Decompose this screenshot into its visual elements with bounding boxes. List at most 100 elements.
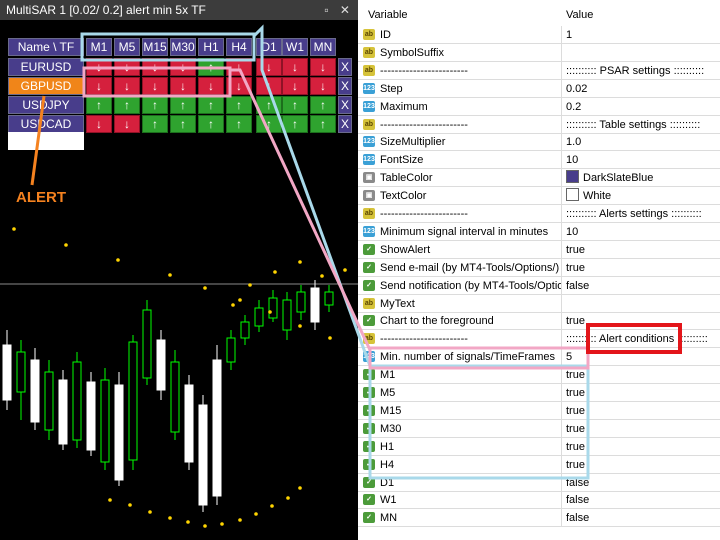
psar-dot	[128, 503, 132, 507]
property-value[interactable]	[566, 295, 716, 313]
property-row[interactable]: ab ID 1	[358, 26, 720, 44]
property-row[interactable]: ab ------------------------:::::::::: Ale…	[358, 330, 720, 349]
property-row[interactable]: ✓ Chart to the foreground true	[358, 312, 720, 331]
symbol-input[interactable]	[8, 132, 84, 150]
psar-dot	[238, 518, 242, 522]
property-row[interactable]: ✓ H1 true	[358, 437, 720, 456]
property-row[interactable]: 123 Step 0.02	[358, 79, 720, 98]
property-row[interactable]: ✓ MN false	[358, 509, 720, 528]
close-gbpusd-button[interactable]: X	[338, 77, 352, 95]
property-row[interactable]: 123 SizeMultiplier 1.0	[358, 133, 720, 152]
property-value[interactable]: true	[566, 366, 716, 384]
property-row[interactable]: ▣ TableColor DarkSlateBlue	[358, 169, 720, 188]
number-icon: 123	[363, 100, 375, 112]
tf-header-m5[interactable]: M5	[114, 38, 140, 56]
property-value[interactable]: false	[566, 509, 716, 527]
psar-dot	[186, 520, 190, 524]
column-divider	[561, 419, 562, 438]
psar-dot	[328, 336, 332, 340]
property-value[interactable]: true	[566, 384, 716, 402]
property-row[interactable]: ✓ Send notification (by MT4-Tools/Options…	[358, 276, 720, 295]
psar-dot	[298, 324, 302, 328]
tf-header-mn[interactable]: MN	[310, 38, 336, 56]
property-row[interactable]: ✓ M30 true	[358, 419, 720, 438]
symbol-gbpusd[interactable]: GBPUSD	[8, 77, 84, 95]
property-row[interactable]: ▣ TextColor White	[358, 187, 720, 206]
property-row[interactable]: ✓ M15 true	[358, 401, 720, 420]
tf-header-m15[interactable]: M15	[142, 38, 168, 56]
property-value[interactable]	[566, 44, 716, 62]
signal-gbpusd-m30-down-arrow-icon: ↓	[170, 77, 196, 95]
property-value[interactable]: 0.2	[566, 98, 716, 116]
property-value[interactable]: true	[566, 420, 716, 438]
signal-usdcad-h1-up-arrow-icon: ↑	[198, 115, 224, 133]
text-icon: ab	[363, 64, 375, 76]
symbol-eurusd[interactable]: EURUSD	[8, 58, 84, 76]
property-row[interactable]: ✓ W1 false	[358, 491, 720, 510]
tf-header-w1[interactable]: W1	[282, 38, 308, 56]
property-value[interactable]: true	[566, 241, 716, 259]
property-row[interactable]: ab MyText	[358, 294, 720, 313]
property-row[interactable]: ab ------------------------:::::::::: Tab…	[358, 115, 720, 134]
property-value[interactable]: 10	[566, 151, 716, 169]
close-usdjpy-button[interactable]: X	[338, 96, 352, 114]
property-value[interactable]: 5	[566, 348, 716, 366]
property-value[interactable]: :::::::::: Alerts settings ::::::::::	[566, 205, 716, 223]
signal-usdcad-d1-up-arrow-icon: ↑	[256, 115, 282, 133]
candle-body	[86, 381, 96, 451]
value-column-header: Value	[566, 9, 594, 21]
property-value[interactable]: true	[566, 456, 716, 474]
tf-header-m1[interactable]: M1	[86, 38, 112, 56]
property-row[interactable]: ✓ D1 false	[358, 473, 720, 492]
indicator-title-bar[interactable]: MultiSAR 1 [0.02/ 0.2] alert min 5x TF ▫…	[0, 0, 358, 20]
tf-header-h4[interactable]: H4	[226, 38, 252, 56]
close-eurusd-button[interactable]: X	[338, 58, 352, 76]
signal-eurusd-m15-down-arrow-icon: ↓	[142, 58, 168, 76]
property-row[interactable]: ab ------------------------:::::::::: PSA…	[358, 61, 720, 80]
symbol-usdjpy[interactable]: USDJPY	[8, 96, 84, 114]
property-value[interactable]: true	[566, 402, 716, 420]
window-buttons[interactable]: ▫ ✕	[324, 0, 354, 20]
property-name: FontSize	[380, 154, 424, 167]
property-row[interactable]: ab SymbolSuffix	[358, 43, 720, 62]
signal-usdjpy-m15-up-arrow-icon: ↑	[142, 96, 168, 114]
column-divider	[561, 348, 562, 367]
property-row[interactable]: ✓ M1 true	[358, 366, 720, 385]
tf-header-d1[interactable]: D1	[256, 38, 282, 56]
property-value[interactable]: true	[566, 438, 716, 456]
column-divider	[561, 455, 562, 474]
tf-header-m30[interactable]: M30	[170, 38, 196, 56]
property-row[interactable]: ✓ H4 true	[358, 455, 720, 474]
property-value[interactable]: :::::::::: Alert conditions ::::::::::	[566, 330, 716, 348]
column-divider	[561, 366, 562, 385]
property-value[interactable]: false	[566, 474, 716, 492]
property-value[interactable]: White	[566, 187, 716, 205]
property-value[interactable]: 1.0	[566, 133, 716, 151]
bool-icon: ✓	[363, 494, 375, 506]
property-value[interactable]: :::::::::: PSAR settings ::::::::::	[566, 62, 716, 80]
property-row[interactable]: ab ------------------------:::::::::: Ale…	[358, 205, 720, 223]
property-row[interactable]: ✓ M5 true	[358, 384, 720, 402]
property-value[interactable]: 10	[566, 223, 716, 241]
property-value[interactable]: false	[566, 491, 716, 509]
signal-eurusd-w1-down-arrow-icon: ↓	[282, 58, 308, 76]
property-value[interactable]: 1	[566, 26, 716, 44]
property-row[interactable]: 123 Min. number of signals/TimeFrames 5	[358, 348, 720, 367]
property-row[interactable]: 123 FontSize 10	[358, 151, 720, 170]
property-row[interactable]: ✓ Send e-mail (by MT4-Tools/Options/) true	[358, 258, 720, 277]
psar-dot	[168, 273, 172, 277]
property-value[interactable]: false	[566, 277, 716, 295]
property-value[interactable]: 0.02	[566, 80, 716, 98]
bool-icon: ✓	[363, 458, 375, 470]
property-value[interactable]: DarkSlateBlue	[566, 169, 716, 187]
property-value[interactable]: true	[566, 259, 716, 277]
property-row[interactable]: 123 Minimum signal interval in minutes 10	[358, 222, 720, 241]
symbol-usdcad[interactable]: USDCAD	[8, 115, 84, 133]
property-row[interactable]: ✓ ShowAlert true	[358, 240, 720, 259]
property-value[interactable]: true	[566, 312, 716, 330]
close-usdcad-button[interactable]: X	[338, 115, 352, 133]
property-value[interactable]: :::::::::: Table settings ::::::::::	[566, 116, 716, 134]
tf-header-h1[interactable]: H1	[198, 38, 224, 56]
candle-body	[324, 291, 334, 306]
property-row[interactable]: 123 Maximum 0.2	[358, 97, 720, 116]
